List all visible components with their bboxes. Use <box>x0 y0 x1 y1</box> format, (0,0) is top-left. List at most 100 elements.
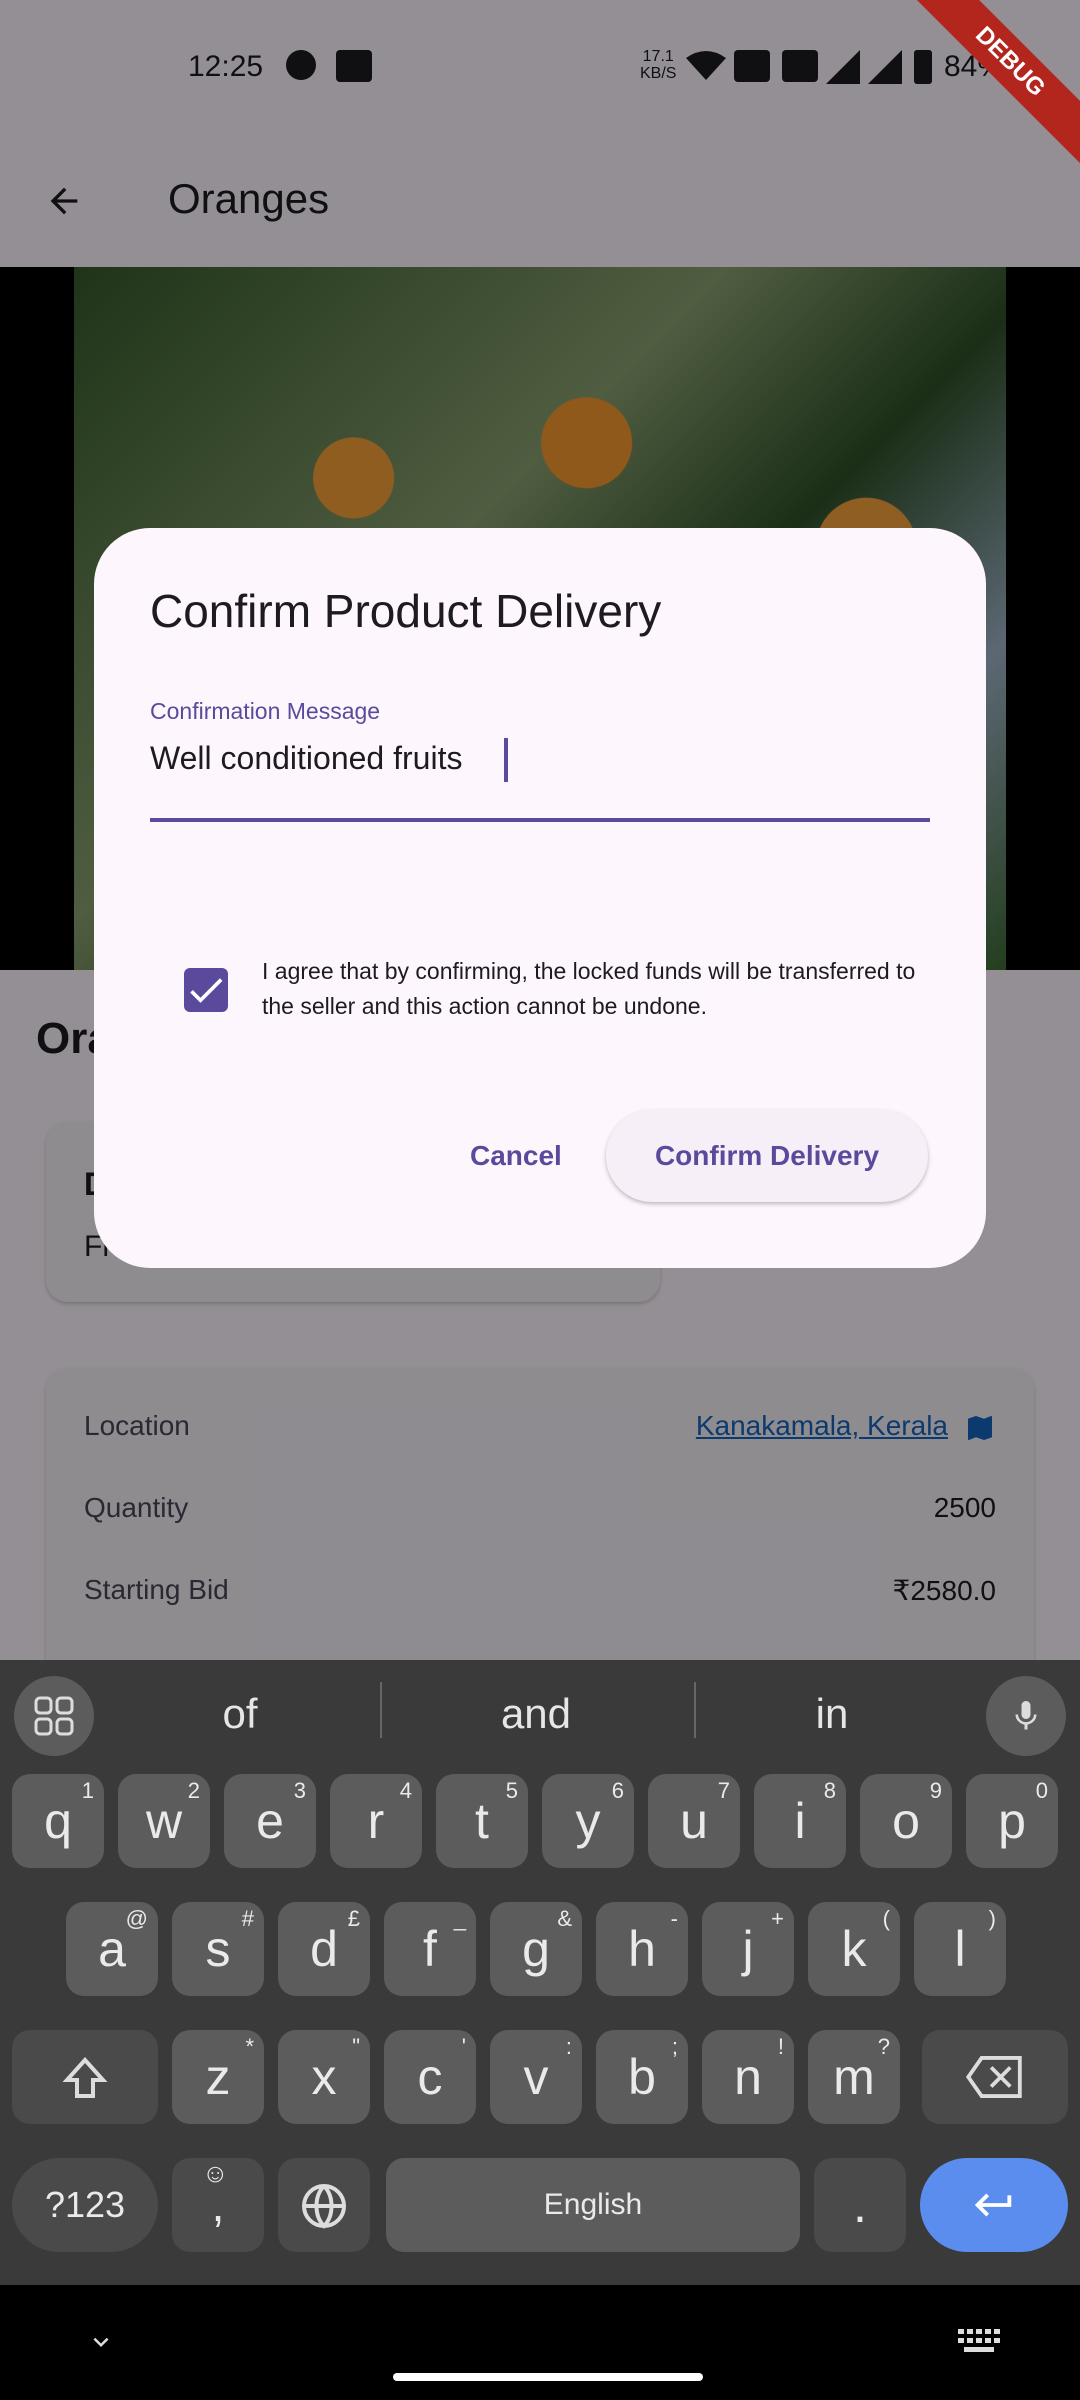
microphone-icon <box>1015 1701 1037 1730</box>
space-key[interactable]: English <box>386 2158 800 2252</box>
key-secondary-label: ; <box>671 2034 678 2059</box>
key-j[interactable]: j + <box>702 1902 794 1996</box>
key-l[interactable]: l) <box>914 1902 1006 1996</box>
key-g[interactable]: g & <box>490 1902 582 1996</box>
key-r[interactable]: r4 <box>330 1774 422 1868</box>
key-x[interactable]: x " <box>278 2030 370 2124</box>
key-label: f <box>423 1921 437 1977</box>
suggestion-divider <box>694 1682 696 1738</box>
key-label: b <box>628 2049 656 2105</box>
hide-keyboard-chevron-icon[interactable] <box>86 2327 116 2357</box>
key-secondary-label: : <box>565 2034 572 2059</box>
key-n[interactable]: n! <box>702 2030 794 2124</box>
navigation-bar <box>0 2285 1080 2400</box>
backspace-icon <box>965 2056 1022 2098</box>
period-key[interactable]: . <box>814 2158 906 2252</box>
keyboard-switch-icon[interactable] <box>958 2327 1000 2357</box>
key-p[interactable]: p0 <box>966 1774 1058 1868</box>
key-label: c <box>417 2049 443 2105</box>
key-secondary-label: & <box>557 1906 572 1931</box>
key-u[interactable]: u7 <box>648 1774 740 1868</box>
key-t[interactable]: t5 <box>436 1774 528 1868</box>
home-gesture-handle[interactable] <box>393 2373 703 2381</box>
globe-icon <box>302 2184 346 2229</box>
dialog-title: Confirm Product Delivery <box>150 585 662 637</box>
key-secondary-label: ( <box>882 1906 890 1931</box>
key-secondary-label: 4 <box>399 1778 412 1803</box>
key-label: y <box>575 1793 601 1849</box>
key-y[interactable]: y6 <box>542 1774 634 1868</box>
key-e[interactable]: e3 <box>224 1774 316 1868</box>
confirmation-message-label: Confirmation Message <box>150 698 381 724</box>
emoji-icon: ☺ <box>202 2158 229 2188</box>
confirmation-message-value: Well conditioned fruits <box>150 740 472 776</box>
key-secondary-label: ! <box>777 2034 784 2059</box>
keyboard-menu-button[interactable] <box>14 1676 94 1756</box>
key-secondary-label: ? <box>877 2034 890 2059</box>
enter-key[interactable] <box>920 2158 1068 2252</box>
key-secondary-label: 1 <box>81 1778 94 1803</box>
key-w[interactable]: w2 <box>118 1774 210 1868</box>
key-secondary-label: £ <box>347 1906 360 1931</box>
key-b[interactable]: b; <box>596 2030 688 2124</box>
backspace-key[interactable] <box>922 2030 1068 2124</box>
field-underline <box>150 818 930 822</box>
confirmation-message-field[interactable]: Confirmation Message Well conditioned fr… <box>150 698 930 822</box>
agreement-checkbox[interactable] <box>184 968 228 1012</box>
key-label: j <box>742 1921 754 1977</box>
enter-icon <box>974 2193 1012 2217</box>
key-label: s <box>205 1921 231 1977</box>
key-label: q <box>44 1793 72 1849</box>
key-label: t <box>475 1793 489 1849</box>
key-i[interactable]: i8 <box>754 1774 846 1868</box>
key-f[interactable]: f _ <box>384 1902 476 1996</box>
confirm-delivery-label: Confirm Delivery <box>654 1140 880 1171</box>
key-s[interactable]: s # <box>172 1902 264 1996</box>
shift-key[interactable] <box>12 2030 158 2124</box>
suggestion-2[interactable]: and <box>436 1690 636 1738</box>
key-secondary-label: " <box>352 2034 360 2059</box>
key-h[interactable]: h- <box>596 1902 688 1996</box>
key-secondary-label: + <box>771 1906 784 1931</box>
language-key[interactable] <box>278 2158 370 2252</box>
checkmark-icon <box>190 978 223 1003</box>
key-label: m <box>833 2049 875 2105</box>
key-secondary-label: 5 <box>505 1778 518 1803</box>
key-secondary-label: * <box>245 2034 254 2059</box>
soft-keyboard: of and in q1w2e3r4t5y6u7i8o9p0 a @ s # d £ f _ g… <box>0 1660 1080 2285</box>
key-secondary-label: 8 <box>823 1778 836 1803</box>
key-secondary-label: 9 <box>929 1778 942 1803</box>
key-secondary-label: _ <box>453 1906 466 1931</box>
key-label: v <box>523 2049 549 2105</box>
key-secondary-label: 6 <box>611 1778 624 1803</box>
key-v[interactable]: v: <box>490 2030 582 2124</box>
agreement-text: I agree that by confirming, the locked f… <box>262 958 916 1019</box>
key-secondary-label: 0 <box>1035 1778 1048 1803</box>
cancel-button[interactable]: Cancel <box>470 1140 562 1172</box>
key-label: d <box>310 1921 338 1977</box>
comma-key[interactable]: , ☺ <box>172 2158 264 2252</box>
suggestion-3[interactable]: in <box>732 1690 932 1738</box>
key-d[interactable]: d £ <box>278 1902 370 1996</box>
voice-input-button[interactable] <box>986 1676 1066 1756</box>
suggestion-1[interactable]: of <box>140 1690 340 1738</box>
shift-icon <box>62 2057 108 2098</box>
key-q[interactable]: q1 <box>12 1774 104 1868</box>
key-secondary-label: ) <box>988 1906 996 1931</box>
key-label: e <box>256 1793 284 1849</box>
confirm-delivery-button[interactable]: Confirm Delivery <box>606 1110 928 1202</box>
key-label: p <box>998 1793 1026 1849</box>
key-z[interactable]: z * <box>172 2030 264 2124</box>
key-secondary-label: 2 <box>187 1778 200 1803</box>
key-label: l <box>954 1921 966 1977</box>
key-secondary-label: 7 <box>717 1778 730 1803</box>
key-c[interactable]: c ' <box>384 2030 476 2124</box>
key-secondary-label: @ <box>125 1906 148 1931</box>
key-m[interactable]: m? <box>808 2030 900 2124</box>
key-a[interactable]: a @ <box>66 1902 158 1996</box>
key-secondary-label: 3 <box>293 1778 306 1803</box>
key-label: a <box>98 1921 126 1977</box>
key-o[interactable]: o9 <box>860 1774 952 1868</box>
symbols-key[interactable]: ?123 <box>12 2158 158 2252</box>
key-k[interactable]: k( <box>808 1902 900 1996</box>
